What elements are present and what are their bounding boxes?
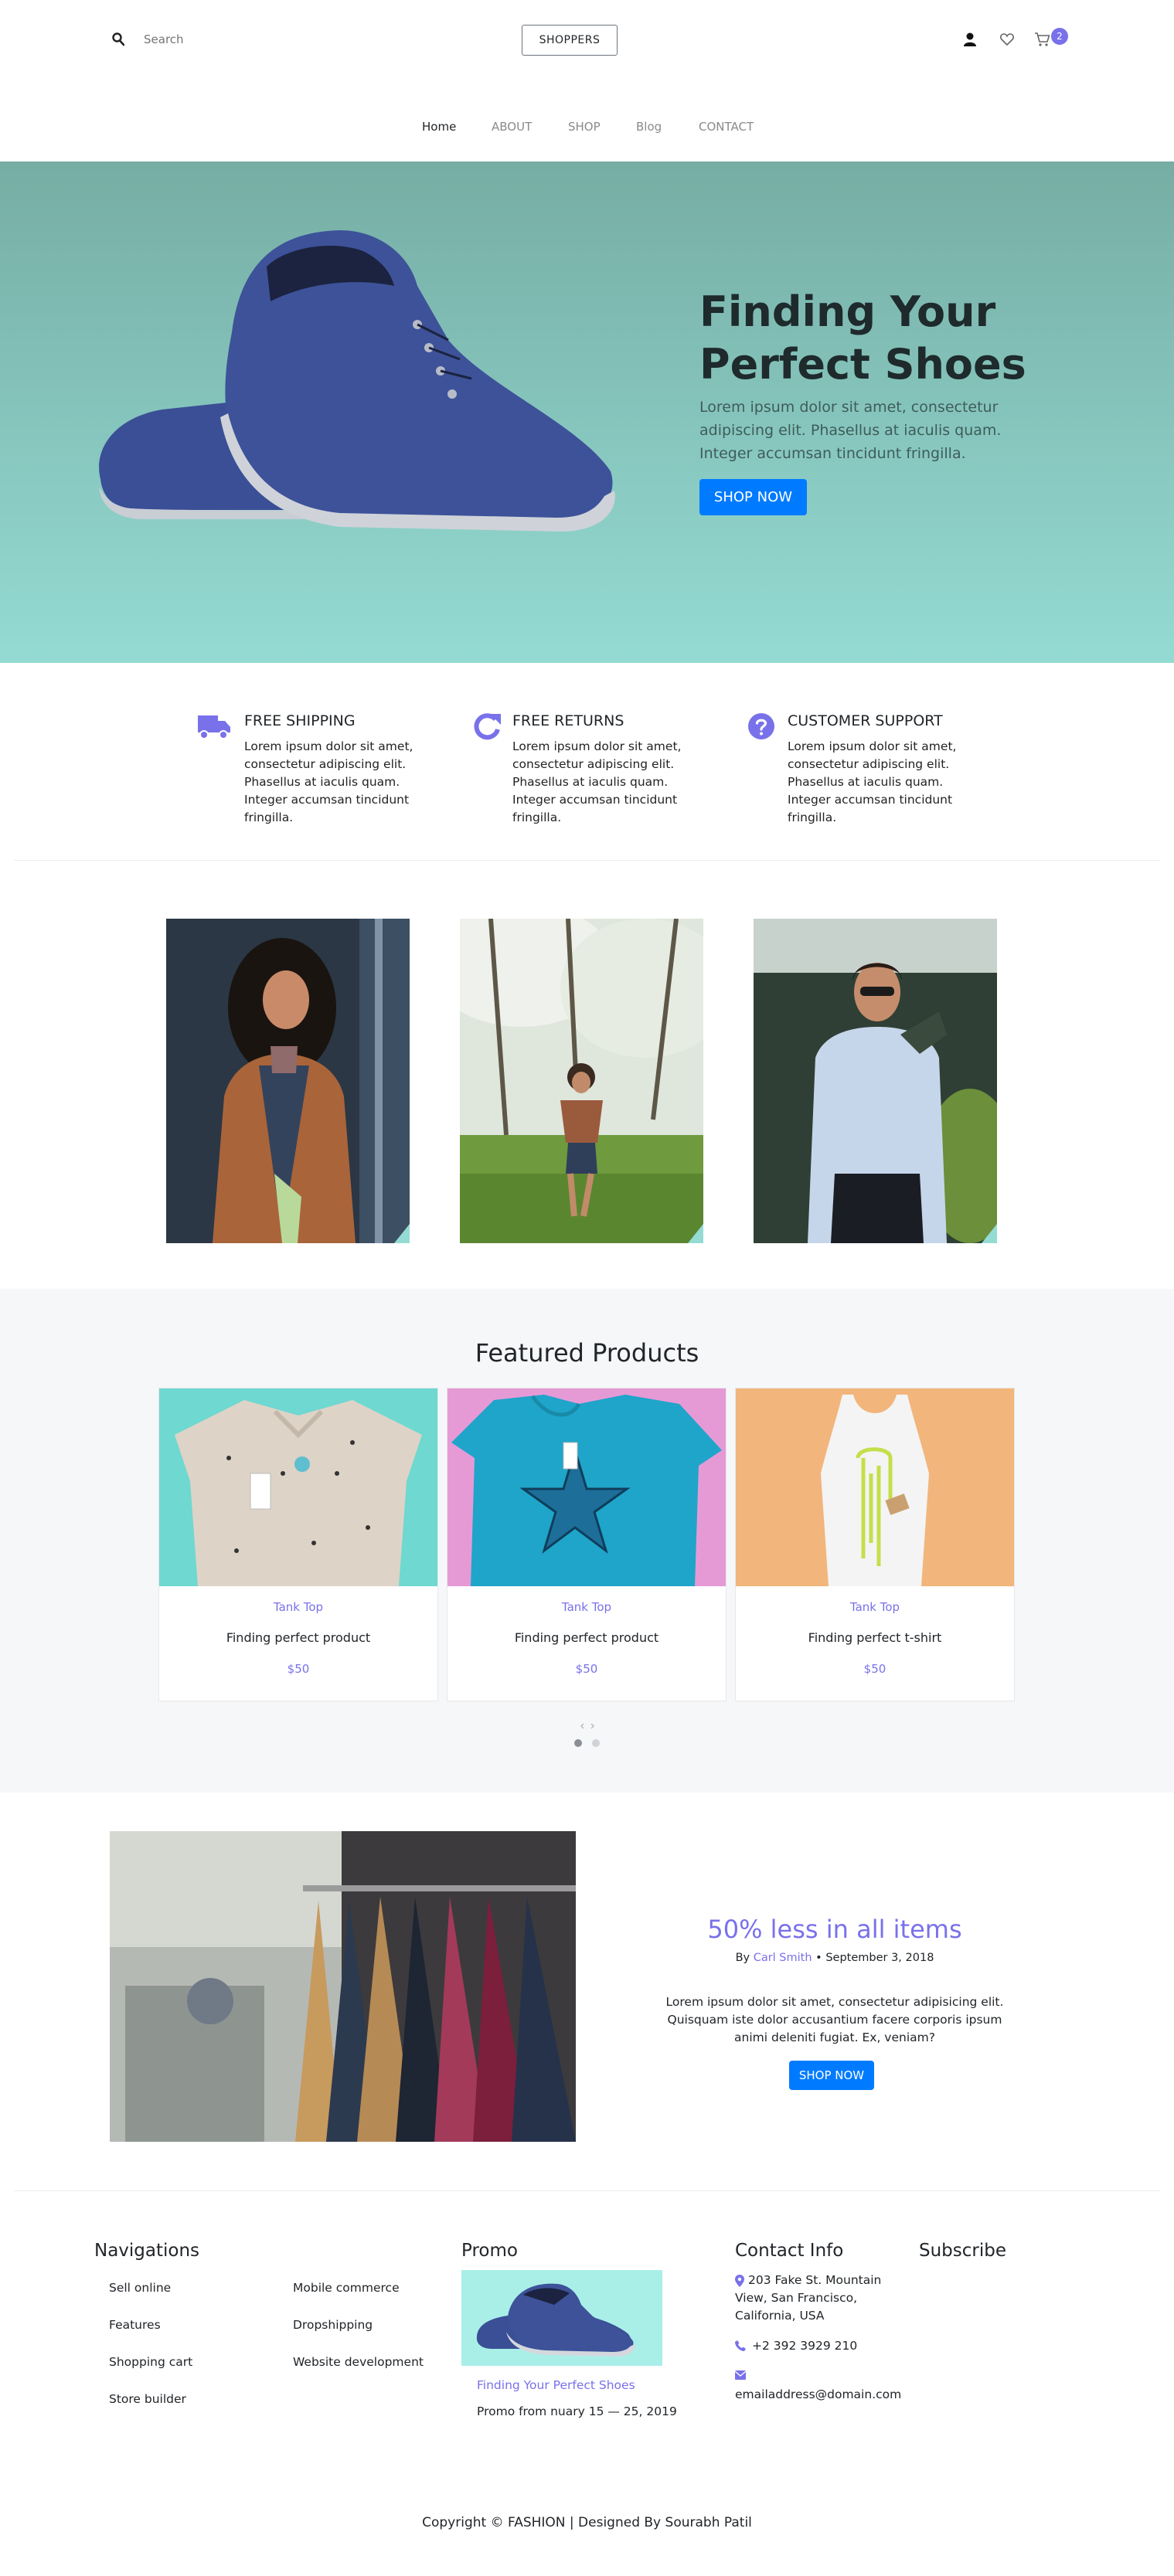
promo-shop-now-button[interactable]: SHOP NOW: [789, 2061, 874, 2090]
footer-link-mobile-commerce[interactable]: Mobile commerce: [293, 2281, 400, 2295]
nav-shop[interactable]: SHOP: [568, 120, 601, 138]
footer-address: 203 Fake St. Mountain: [748, 2273, 882, 2287]
product-name[interactable]: Finding perfect t-shirt: [736, 1630, 1014, 1645]
feature-title-returns: FREE RETURNS: [512, 712, 624, 729]
feature-text-support: Lorem ipsum dolor sit amet, consectetur …: [788, 739, 957, 824]
footer-nav-title: Navigations: [94, 2241, 200, 2261]
promo-description: Lorem ipsum dolor sit amet, consectetur …: [665, 1995, 1004, 2044]
product-category[interactable]: Tank Top: [447, 1600, 726, 1614]
feature-text-shipping: Lorem ipsum dolor sit amet, consectetur …: [244, 739, 413, 824]
footer-subscribe-title: Subscribe: [919, 2241, 1007, 2261]
hero-shoes-image: [99, 230, 615, 532]
clothing-rack-image: [110, 1831, 576, 2142]
hero-description: Lorem ipsum dolor sit amet, consectetur …: [699, 399, 1002, 462]
nav-about[interactable]: ABOUT: [492, 120, 532, 138]
feature-title-shipping: FREE SHIPPING: [244, 712, 356, 729]
footer-address-cont: View, San Francisco, California, USA: [735, 2291, 858, 2323]
kid-collection-image[interactable]: [460, 919, 703, 1243]
promo-author-link[interactable]: Carl Smith: [754, 1952, 812, 1964]
search-icon[interactable]: [112, 32, 124, 46]
search-input[interactable]: [144, 31, 298, 48]
logo[interactable]: SHOPPERS: [522, 25, 618, 56]
hero-shop-now-button[interactable]: SHOP NOW: [699, 479, 807, 515]
phone-icon: [735, 2340, 746, 2351]
footer-contact-title: Contact Info: [735, 2241, 844, 2261]
footer-link-sell-online[interactable]: Sell online: [109, 2281, 171, 2295]
footer-phone[interactable]: +2 392 3929 210: [752, 2337, 857, 2355]
man-collection-image[interactable]: [754, 919, 997, 1243]
product-image-tshirt-star[interactable]: [447, 1388, 726, 1586]
footer-link-dropshipping[interactable]: Dropshipping: [293, 2318, 373, 2332]
truck-icon: [198, 715, 230, 739]
nav-blog[interactable]: Blog: [636, 120, 662, 138]
help-circle-icon: [748, 713, 774, 739]
cart-count-badge: 2: [1051, 28, 1068, 45]
footer-promo-title: Promo: [461, 2241, 518, 2261]
carousel-dot[interactable]: [592, 1739, 600, 1747]
product-price: $50: [863, 1662, 886, 1676]
section-divider: [14, 2190, 1160, 2191]
product-image-shirt[interactable]: [159, 1388, 437, 1586]
product-card-2[interactable]: Tank Top Finding perfect product $50: [447, 1388, 727, 1701]
footer-email[interactable]: emailaddress@domain.com: [735, 2386, 901, 2404]
product-name[interactable]: Finding perfect product: [159, 1630, 437, 1645]
product-card-3[interactable]: Tank Top Finding perfect t-shirt $50: [735, 1388, 1015, 1701]
footer-link-shopping-cart[interactable]: Shopping cart: [109, 2355, 192, 2369]
footer-copyright: Copyright © FASHION | Designed By Sourab…: [422, 2515, 752, 2530]
feature-title-support: CUSTOMER SUPPORT: [788, 712, 943, 729]
footer-link-features[interactable]: Features: [109, 2318, 161, 2332]
product-image-tank-top[interactable]: [736, 1388, 1014, 1586]
footer-link-store-builder[interactable]: Store builder: [109, 2392, 186, 2406]
product-name[interactable]: Finding perfect product: [447, 1630, 726, 1645]
section-divider: [14, 860, 1160, 861]
refresh-icon: [474, 713, 501, 740]
product-price: $50: [575, 1662, 598, 1676]
carousel-dot-active[interactable]: [574, 1739, 582, 1747]
heart-icon[interactable]: [999, 31, 1016, 48]
hero-title: Finding Your Perfect Shoes: [699, 287, 1026, 389]
footer-promo-link[interactable]: Finding Your Perfect Shoes: [477, 2378, 635, 2392]
feature-text-returns: Lorem ipsum dolor sit amet, consectetur …: [512, 739, 682, 824]
promo-title[interactable]: 50% less in all items: [634, 1915, 1036, 1944]
user-icon[interactable]: [961, 31, 978, 48]
product-category[interactable]: Tank Top: [159, 1600, 437, 1614]
product-price: $50: [287, 1662, 310, 1676]
footer-link-website-development[interactable]: Website development: [293, 2355, 424, 2369]
product-category[interactable]: Tank Top: [736, 1600, 1014, 1614]
map-marker-icon: [735, 2275, 744, 2287]
footer-promo-date: Promo from nuary 15 — 25, 2019: [477, 2404, 677, 2418]
envelope-icon: [735, 2370, 746, 2380]
featured-products-title: Featured Products: [475, 1338, 699, 1368]
woman-collection-image[interactable]: [166, 919, 410, 1243]
product-card-1[interactable]: Tank Top Finding perfect product $50: [158, 1388, 438, 1701]
carousel-arrows[interactable]: [578, 1722, 597, 1730]
nav-home[interactable]: Home: [422, 120, 456, 138]
footer-promo-shoe-image[interactable]: [461, 2270, 662, 2366]
cart-icon[interactable]: [1034, 31, 1051, 48]
promo-meta: By Carl Smith • September 3, 2018: [735, 1952, 934, 1964]
nav-contact[interactable]: CONTACT: [699, 120, 754, 138]
